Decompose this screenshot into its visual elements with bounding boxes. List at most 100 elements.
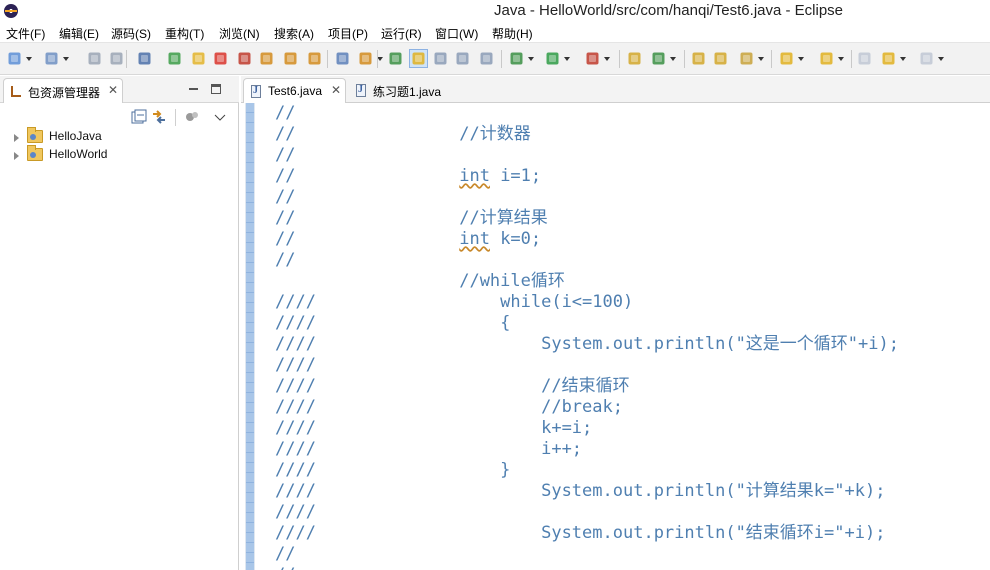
toggle-breakpoint-icon[interactable] xyxy=(387,50,404,67)
java-file-icon xyxy=(251,85,261,98)
open-task-icon[interactable] xyxy=(712,50,729,67)
save-all-icon[interactable] xyxy=(108,50,125,67)
toolbar-separator xyxy=(327,50,328,68)
code-line[interactable]: // int k=0; xyxy=(275,229,541,250)
toolbar-separator xyxy=(377,50,378,68)
code-line[interactable]: //// System.out.println("结束循环i="+i); xyxy=(275,523,885,544)
code-text: i=1; xyxy=(489,166,542,186)
skip-breakpoints-icon[interactable] xyxy=(136,50,153,67)
save-icon[interactable] xyxy=(86,50,103,67)
debug-icon[interactable] xyxy=(508,50,534,67)
menu-edit[interactable]: 编辑(E) xyxy=(59,25,99,42)
mark-occurrences-icon[interactable] xyxy=(409,49,428,68)
step-over-icon[interactable] xyxy=(282,50,299,67)
code-line[interactable]: //// System.out.println("计算结果k="+k); xyxy=(275,481,885,502)
focus-on-active-task-icon[interactable] xyxy=(184,109,200,125)
code-line[interactable]: // //计算结果 xyxy=(275,208,548,229)
editor-tab-label: Test6.java xyxy=(268,84,323,98)
code-line[interactable]: // int i=1; xyxy=(275,166,541,187)
new-java-class-icon[interactable] xyxy=(650,50,676,67)
code-text: //while循环 xyxy=(275,271,565,291)
block-selection-icon[interactable] xyxy=(454,50,471,67)
code-line[interactable]: //while循环 xyxy=(275,271,565,292)
code-line[interactable]: // xyxy=(275,544,295,565)
code-line[interactable]: //// } xyxy=(275,460,510,481)
code-line[interactable]: //// { xyxy=(275,313,510,334)
back-icon[interactable] xyxy=(880,50,906,67)
resume-icon[interactable] xyxy=(166,50,183,67)
project-label: HelloJava xyxy=(49,129,102,143)
maximize-view-icon[interactable] xyxy=(211,84,221,94)
code-text: k=0; xyxy=(489,229,542,249)
close-icon[interactable]: ✕ xyxy=(108,83,118,97)
code-text: //// i++; xyxy=(275,439,583,459)
word-wrap-icon[interactable] xyxy=(432,50,449,67)
close-icon[interactable]: ✕ xyxy=(331,83,341,97)
warning-token: int xyxy=(459,229,490,249)
code-line[interactable]: //// //结束循环 xyxy=(275,376,630,397)
editor-tab-test6[interactable]: Test6.java ✕ xyxy=(243,78,346,103)
toggle-block-selection-icon[interactable] xyxy=(334,50,351,67)
view-menu-icon[interactable] xyxy=(212,109,228,125)
code-line[interactable]: //// while(i<=100) xyxy=(275,292,633,313)
project-label: HelloWorld xyxy=(49,147,108,161)
run-icon[interactable] xyxy=(544,50,570,67)
link-with-editor-icon[interactable] xyxy=(151,109,167,125)
collapse-all-icon[interactable] xyxy=(131,109,147,125)
minimize-view-icon[interactable] xyxy=(189,88,198,90)
code-line[interactable]: // xyxy=(275,187,295,208)
use-step-filters-icon[interactable] xyxy=(357,50,383,67)
quick-diff-ruler xyxy=(246,103,254,570)
menu-window[interactable]: 窗口(W) xyxy=(435,25,478,42)
menu-source[interactable]: 源码(S) xyxy=(111,25,151,42)
code-line[interactable]: // xyxy=(275,145,295,166)
editor-tab-exercise1[interactable]: 练习题1.java xyxy=(349,78,461,103)
menu-search[interactable]: 搜索(A) xyxy=(274,25,314,42)
search-icon[interactable] xyxy=(738,50,764,67)
eclipse-logo-icon[interactable] xyxy=(4,4,18,18)
code-line[interactable]: //// i++; xyxy=(275,439,582,460)
expand-arrow-icon[interactable] xyxy=(14,134,19,142)
external-tools-icon[interactable] xyxy=(584,50,610,67)
code-line[interactable]: //// k+=i; xyxy=(275,418,592,439)
menu-help[interactable]: 帮助(H) xyxy=(492,25,533,42)
window-title: Java - HelloWorld/src/com/hanqi/Test6.ja… xyxy=(494,2,844,19)
step-return-icon[interactable] xyxy=(306,50,323,67)
terminate-icon[interactable] xyxy=(212,50,229,67)
code-line[interactable]: //// xyxy=(275,502,316,523)
step-into-icon[interactable] xyxy=(258,50,275,67)
new-java-package-icon[interactable] xyxy=(626,50,643,67)
previous-annotation-icon[interactable] xyxy=(818,50,844,67)
menu-run[interactable]: 运行(R) xyxy=(381,25,422,42)
expand-arrow-icon[interactable] xyxy=(14,152,19,160)
forward-icon[interactable] xyxy=(918,50,944,67)
menu-navigate[interactable]: 浏览(N) xyxy=(219,25,260,42)
code-line[interactable]: //// xyxy=(275,355,316,376)
code-line[interactable]: // xyxy=(275,565,295,570)
show-whitespace-icon[interactable] xyxy=(478,50,495,67)
code-line[interactable]: //// System.out.println("这是一个循环"+i); xyxy=(275,334,899,355)
disconnect-icon[interactable] xyxy=(236,50,253,67)
open-type-icon[interactable] xyxy=(690,50,707,67)
last-edit-location-icon[interactable] xyxy=(856,50,873,67)
menu-bar: 文件(F) 编辑(E) 源码(S) 重构(T) 浏览(N) 搜索(A) 项目(P… xyxy=(0,22,990,43)
code-text: //// //break; xyxy=(275,397,623,417)
menu-refactor[interactable]: 重构(T) xyxy=(165,25,204,42)
code-editor[interactable]: //// //计数器//// int i=1;//// //计算结果// int… xyxy=(241,103,990,570)
code-text: // xyxy=(275,250,296,270)
menu-project[interactable]: 项目(P) xyxy=(328,25,368,42)
code-line[interactable]: // xyxy=(275,103,295,124)
code-line[interactable]: //// //break; xyxy=(275,397,623,418)
new-java-project-icon[interactable] xyxy=(43,50,69,67)
new-wizard-icon[interactable] xyxy=(6,50,32,67)
suspend-icon[interactable] xyxy=(190,50,207,67)
package-explorer-tab[interactable]: 包资源管理器 ✕ xyxy=(3,78,123,103)
menu-file[interactable]: 文件(F) xyxy=(6,25,45,42)
source-text[interactable]: //// //计数器//// int i=1;//// //计算结果// int… xyxy=(275,103,990,570)
code-text: //// xyxy=(275,502,316,522)
code-line[interactable]: // xyxy=(275,250,295,271)
code-text: // //计算结果 xyxy=(275,208,548,228)
toolbar-separator xyxy=(851,50,852,68)
code-line[interactable]: // //计数器 xyxy=(275,124,531,145)
next-annotation-icon[interactable] xyxy=(778,50,804,67)
